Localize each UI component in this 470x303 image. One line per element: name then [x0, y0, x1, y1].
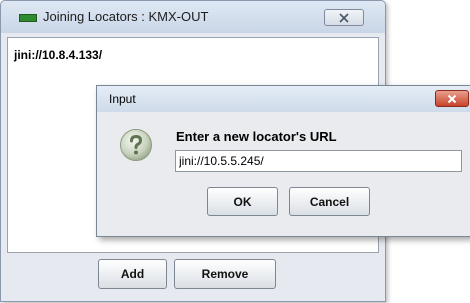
- locator-url-input[interactable]: [175, 150, 462, 172]
- locator-list-item[interactable]: jini://10.8.4.133/: [14, 48, 102, 62]
- add-button[interactable]: Add: [98, 259, 167, 289]
- ok-button[interactable]: OK: [207, 187, 278, 216]
- input-dialog: Input Enter a new locator's URL OK Cance…: [96, 85, 470, 237]
- window-titlebar[interactable]: Joining Locators : KMX-OUT: [1, 1, 385, 33]
- prompt-label: Enter a new locator's URL: [176, 129, 337, 144]
- close-icon: [339, 12, 349, 23]
- remove-button[interactable]: Remove: [174, 259, 276, 289]
- status-led-icon: [19, 14, 37, 22]
- cancel-button[interactable]: Cancel: [289, 187, 370, 216]
- dialog-titlebar[interactable]: Input: [97, 86, 470, 112]
- dialog-close-button[interactable]: [435, 90, 469, 107]
- close-icon: [447, 94, 457, 103]
- dialog-title: Input: [109, 92, 136, 106]
- question-icon: [120, 129, 152, 161]
- window-title: Joining Locators : KMX-OUT: [43, 9, 209, 24]
- window-close-button[interactable]: [324, 9, 364, 26]
